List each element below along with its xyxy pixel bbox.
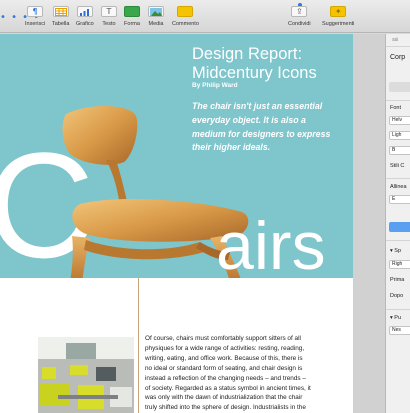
- body-line: writing, eating, and office work. Becaus…: [145, 354, 303, 362]
- body-line: truly shifted into the sphere of design.…: [145, 404, 306, 412]
- body-line: physiques for a wide range of activities…: [145, 344, 305, 352]
- pull-quote-line: their higher ideals.: [192, 142, 271, 153]
- inspector-tab-style[interactable]: Stil: [392, 37, 398, 42]
- font-family-select[interactable]: Helv: [389, 116, 410, 125]
- after-paragraph-label: Dopo: [390, 293, 404, 299]
- tips-icon: ✦: [330, 6, 347, 17]
- pull-quote-line: medium for designers to express: [192, 128, 331, 139]
- chart-button[interactable]: Grafico: [76, 6, 94, 27]
- style-update-button[interactable]: [389, 82, 410, 92]
- pull-quote[interactable]: The chair isn't just an essential everyd…: [192, 100, 352, 155]
- byline[interactable]: By Philip Ward: [192, 82, 238, 89]
- media-button[interactable]: Media: [148, 6, 164, 27]
- title-line-2: Midcentury Icons: [192, 64, 317, 82]
- tips-button[interactable]: ✦ Suggerimenti: [322, 6, 354, 27]
- chart-label: Grafico: [76, 21, 94, 27]
- media-label: Media: [148, 21, 164, 27]
- hero-section: C Design Report: Midcentury Icons By Phi…: [0, 34, 353, 278]
- divider: [386, 309, 410, 310]
- body-text[interactable]: Of course, chairs must comfortably suppo…: [145, 334, 350, 413]
- pages-window: • • • • ¶ Inserisci Tabella Grafico T Te…: [0, 0, 410, 413]
- comment-button[interactable]: Commento: [172, 6, 199, 27]
- media-icon: [148, 6, 164, 17]
- before-paragraph-label: Prima: [390, 277, 405, 283]
- divider: [386, 100, 410, 101]
- table-button[interactable]: Tabella: [52, 6, 69, 27]
- bullets-label-text: Pu: [394, 315, 402, 321]
- body-line: was only with the dawn of industrializat…: [145, 394, 303, 402]
- font-style-select[interactable]: Ligh: [389, 131, 410, 140]
- insert-button[interactable]: ¶ Inserisci: [25, 6, 45, 27]
- bullets-label[interactable]: ▾ Pu: [390, 315, 401, 321]
- title-line-1: Design Report:: [192, 45, 303, 63]
- align-button[interactable]: E: [389, 195, 410, 204]
- body-line: of society. Regarded as a status symbol …: [145, 384, 311, 392]
- bold-button[interactable]: B: [389, 146, 410, 155]
- shape-icon: [124, 6, 140, 17]
- insert-label: Inserisci: [25, 21, 46, 27]
- spacing-label[interactable]: ▾ Sp: [390, 248, 401, 254]
- comment-label: Commento: [172, 21, 199, 27]
- divider: [386, 46, 410, 47]
- char-style-label[interactable]: Stili C: [390, 163, 404, 169]
- shape-button[interactable]: Forma: [124, 6, 140, 27]
- share-label: Condividi: [288, 21, 311, 27]
- tips-label: Suggerimenti: [322, 21, 355, 27]
- format-inspector: Stil Corp Font Helv Ligh B Stili C Allin…: [385, 34, 410, 413]
- shape-label: Forma: [124, 21, 140, 27]
- divider: [386, 240, 410, 241]
- pull-quote-line: everyday object. It is also a: [192, 114, 306, 125]
- text-button[interactable]: T Testo: [101, 6, 117, 27]
- toolbar: • • • • ¶ Inserisci Tabella Grafico T Te…: [0, 0, 410, 33]
- comment-icon: [177, 6, 194, 17]
- divider: [386, 178, 410, 179]
- paragraph-icon: ¶: [27, 6, 44, 17]
- share-button[interactable]: ⇪ Condividi: [288, 6, 311, 27]
- canvas-gutter: [353, 34, 385, 413]
- spacing-label-text: Sp: [394, 248, 402, 254]
- table-label: Tabella: [52, 21, 70, 27]
- body-line: no ideal or standard form of seating, an…: [145, 364, 303, 372]
- alignment-label: Allinea: [390, 184, 407, 190]
- interior-photo[interactable]: [38, 337, 134, 413]
- page-title[interactable]: Design Report: Midcentury Icons: [192, 45, 317, 83]
- pull-quote-line: The chair isn't just an essential: [192, 101, 323, 111]
- bullets-select[interactable]: Nes: [389, 326, 410, 335]
- text-icon: T: [101, 6, 117, 17]
- align-selected-button[interactable]: [389, 222, 410, 232]
- column-divider: [138, 278, 139, 413]
- document-canvas[interactable]: C Design Report: Midcentury Icons By Phi…: [0, 34, 353, 413]
- body-line: Of course, chairs must comfortably suppo…: [145, 335, 301, 342]
- text-label: Testo: [102, 21, 116, 27]
- chart-icon: [76, 6, 93, 17]
- table-icon: [52, 6, 69, 17]
- body-line: instead a reflection of the changing nee…: [145, 374, 306, 382]
- paragraph-style-name[interactable]: Corp: [390, 54, 405, 61]
- spacing-select[interactable]: Righ: [389, 260, 410, 269]
- share-icon: ⇪: [291, 6, 308, 17]
- font-label: Font: [390, 105, 402, 111]
- hero-word[interactable]: airs: [216, 212, 326, 278]
